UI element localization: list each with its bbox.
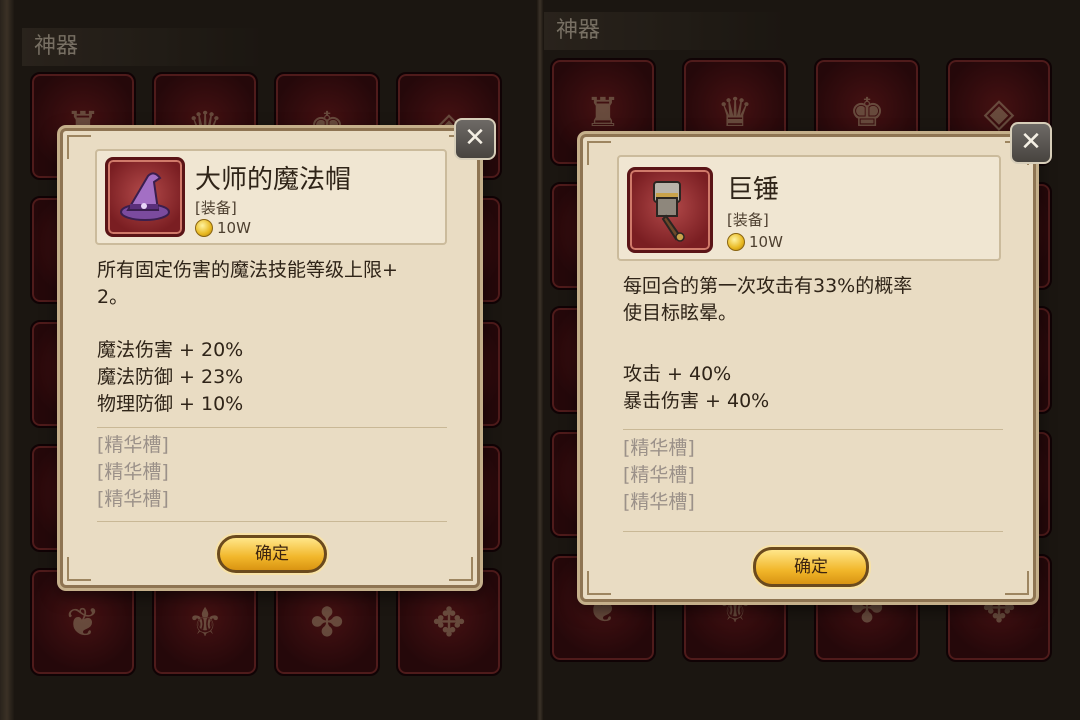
close-icon[interactable]: ✕ [454, 118, 496, 160]
description-line: 使目标眩晕。 [623, 302, 738, 324]
right-inventory-screen: 神器 ♜ ♛ ♚ ◈ ✦ ♞ ♝ ✧ ⚔ ⚒ ❖ ✪ ♣ ♠ ♦ ♥ ❦ ⚜ ✤… [544, 0, 1080, 720]
divider-line [97, 427, 447, 428]
essence-slot[interactable]: [精华槽] [97, 432, 169, 459]
stat-line: 攻击 + 40% [623, 363, 732, 385]
stat-line: 物理防御 + 10% [97, 393, 244, 415]
item-name: 大师的魔法帽 [195, 165, 352, 195]
divider-line [623, 429, 1003, 430]
popup-corner-ornament [449, 557, 473, 581]
popup-corner-ornament [587, 141, 611, 165]
gold-coin-icon [727, 233, 745, 251]
item-name: 巨锤 [727, 175, 780, 205]
stat-line: 暴击伤害 + 40% [623, 390, 770, 412]
item-description: 所有固定伤害的魔法技能等级上限+ 2。 [97, 257, 457, 311]
item-detail-popup: 巨锤 [装备] 10W 每回合的第一次攻击有33%的概率 使目标眩晕。 攻击 +… [580, 134, 1036, 602]
left-inventory-screen: 神器 ♜ ♛ ♚ ◈ ✦ ♞ ♝ ✧ ⚔ ⚒ ❖ ✪ ♣ ♠ ♦ ♥ ❦ ⚜ ✤… [0, 0, 536, 720]
screen-divider [536, 0, 544, 720]
divider-line [97, 521, 447, 522]
item-header: 巨锤 [装备] 10W [617, 155, 1001, 261]
essence-slot[interactable]: [精华槽] [623, 462, 695, 489]
essence-slot[interactable]: [精华槽] [97, 486, 169, 513]
popup-corner-ornament [67, 557, 91, 581]
item-stats: 魔法伤害 + 20% 魔法防御 + 23% 物理防御 + 10% [97, 337, 243, 418]
item-type: [装备] [195, 199, 237, 217]
essence-slot[interactable]: [精华槽] [97, 459, 169, 486]
item-price-value: 10W [749, 233, 783, 251]
item-stats: 攻击 + 40% 暴击伤害 + 40% [623, 361, 769, 415]
item-price-value: 10W [217, 219, 251, 237]
essence-slot[interactable]: [精华槽] [623, 489, 695, 516]
item-type: [装备] [727, 211, 769, 229]
description-line: 2。 [97, 286, 129, 308]
giant-hammer-icon [627, 167, 713, 253]
stat-line: 魔法伤害 + 20% [97, 339, 244, 361]
item-description: 每回合的第一次攻击有33%的概率 使目标眩晕。 [623, 273, 1003, 327]
popup-corner-ornament [67, 135, 91, 159]
divider-line [623, 531, 1003, 532]
stat-line: 魔法防御 + 23% [97, 366, 244, 388]
description-line: 所有固定伤害的魔法技能等级上限+ [97, 259, 398, 281]
essence-slots: [精华槽] [精华槽] [精华槽] [623, 435, 695, 516]
gold-coin-icon [195, 219, 213, 237]
description-line: 每回合的第一次攻击有33%的概率 [623, 275, 913, 297]
close-icon[interactable]: ✕ [1010, 122, 1052, 164]
essence-slots: [精华槽] [精华槽] [精华槽] [97, 432, 169, 513]
popup-corner-ornament [587, 571, 611, 595]
item-price: 10W [727, 233, 783, 251]
item-price: 10W [195, 219, 251, 237]
item-detail-popup: 大师的魔法帽 [装备] 10W 所有固定伤害的魔法技能等级上限+ 2。 魔法伤害… [60, 128, 480, 588]
popup-corner-ornament [1005, 571, 1029, 595]
confirm-button[interactable]: 确定 [217, 535, 327, 573]
essence-slot[interactable]: [精华槽] [623, 435, 695, 462]
item-header: 大师的魔法帽 [装备] 10W [95, 149, 447, 245]
confirm-button[interactable]: 确定 [753, 547, 869, 587]
wizard-hat-icon [105, 157, 185, 237]
